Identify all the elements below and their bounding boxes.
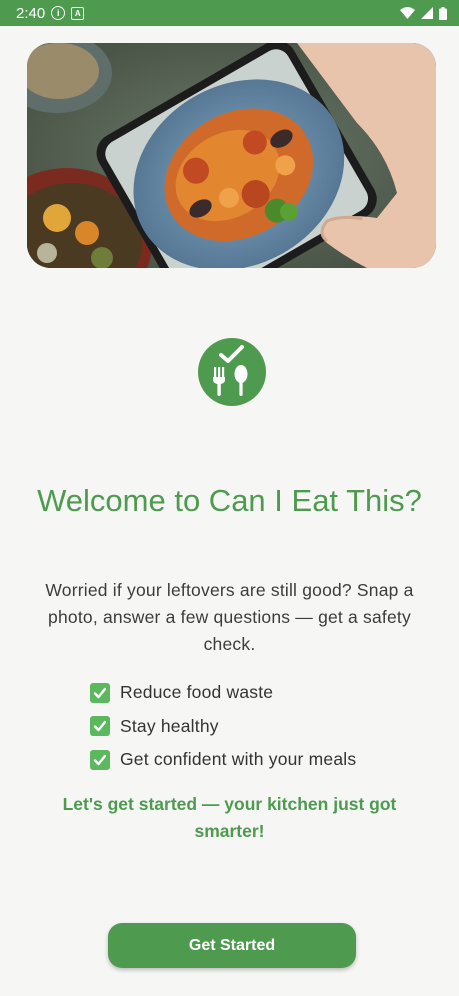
- info-icon: i: [51, 6, 66, 20]
- app-notification-icon: A: [71, 6, 85, 20]
- get-started-button[interactable]: Get Started: [108, 923, 356, 968]
- hero-image: [27, 43, 436, 268]
- check-mark-icon: [90, 716, 110, 737]
- welcome-tagline: Let's get started — your kitchen just go…: [62, 794, 397, 841]
- check-mark-icon: [90, 682, 110, 703]
- benefit-label: Stay healthy: [120, 715, 219, 736]
- benefit-item: Reduce food waste: [90, 676, 356, 710]
- benefit-label: Reduce food waste: [120, 682, 274, 703]
- wifi-icon: [400, 7, 415, 19]
- benefit-label: Get confident with your meals: [120, 749, 357, 770]
- check-mark-icon: [90, 749, 110, 770]
- status-bar: 2:40 i A: [0, 0, 459, 26]
- benefits-list: Reduce food waste Stay healthy Get confi…: [90, 676, 356, 777]
- signal-icon: [421, 7, 433, 19]
- welcome-title: Welcome to Can I Eat This?: [37, 483, 422, 518]
- benefit-item: Stay healthy: [90, 710, 356, 744]
- welcome-description: Worried if your leftovers are still good…: [45, 580, 414, 654]
- battery-icon: [439, 6, 447, 20]
- benefit-item: Get confident with your meals: [90, 743, 356, 777]
- app-logo-icon: [198, 338, 266, 406]
- status-time: 2:40: [16, 4, 46, 22]
